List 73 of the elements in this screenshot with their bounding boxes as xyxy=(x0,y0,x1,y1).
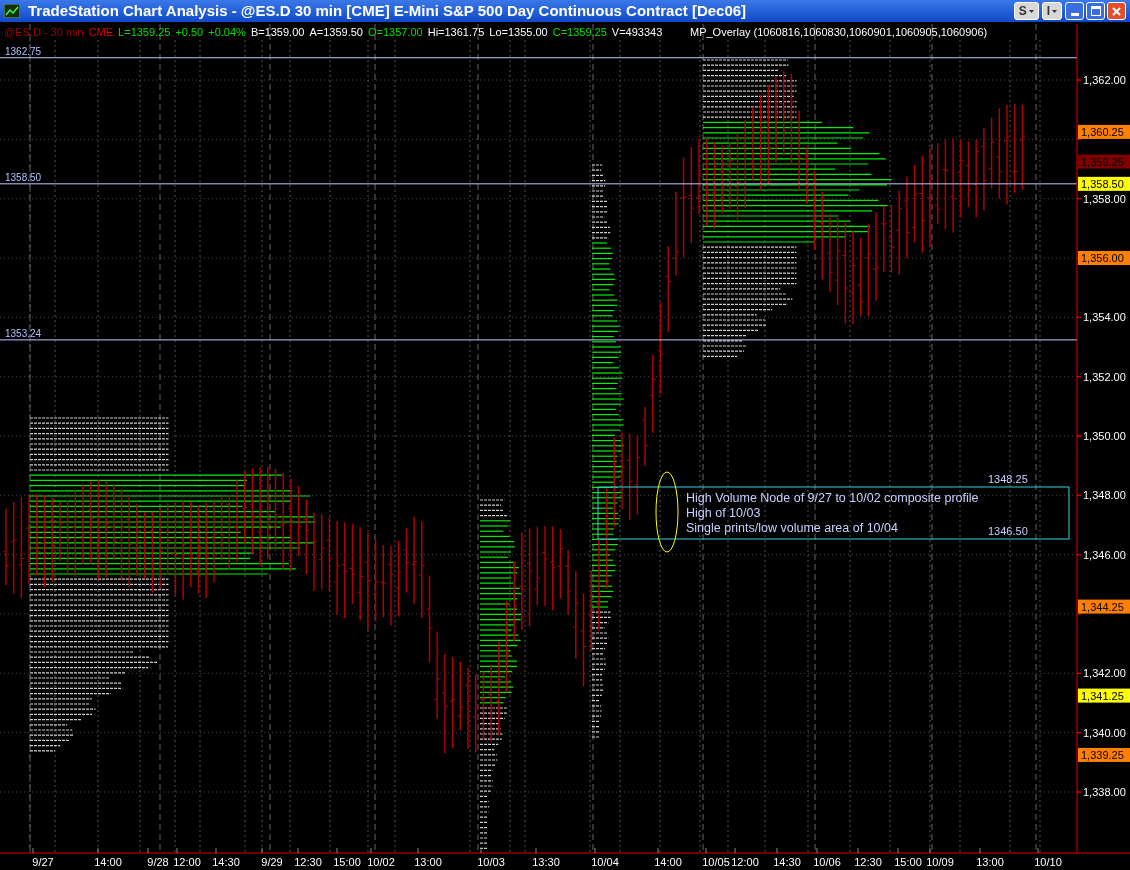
axis-label: 12:00 xyxy=(173,856,201,868)
quote-field: L=1359.25 xyxy=(118,26,171,39)
annotation-text: High Volume Node of 9/27 to 10/02 composite profile xyxy=(686,491,979,505)
annotation-text: High of 10/03 xyxy=(686,506,761,520)
close-button[interactable] xyxy=(1107,2,1126,20)
price-value: 1348.25 xyxy=(988,473,1028,485)
quote-field: O=1357.00 xyxy=(367,26,423,39)
caret-icon xyxy=(1052,9,1057,13)
quote-field: Hi=1361.75 xyxy=(427,26,485,39)
minimize-icon xyxy=(1070,13,1079,16)
caret-icon xyxy=(1028,9,1034,13)
axis-label: 1,358.00 xyxy=(1083,192,1126,205)
axis-label: 1,346.00 xyxy=(1083,548,1126,561)
axis-label: 15:00 xyxy=(894,856,922,868)
axis-label: 10/03 xyxy=(477,856,505,868)
axis-label: 14:00 xyxy=(654,856,682,868)
axis-label: 10/02 xyxy=(367,856,395,868)
app-icon xyxy=(4,4,20,18)
price-tag-label: 1,358.50 xyxy=(1081,177,1124,190)
axis-label: 12:30 xyxy=(854,856,882,868)
axis-label: 10/09 xyxy=(926,856,954,868)
axis-label: 13:00 xyxy=(414,856,442,868)
axis-label: 12:00 xyxy=(731,856,759,868)
axis-label: 14:00 xyxy=(94,856,122,868)
axis-label: 1,362.00 xyxy=(1083,74,1126,86)
price-tag-label: 1,360.25 xyxy=(1081,125,1124,138)
quote-field: V=493343 xyxy=(611,26,663,39)
quote-field: +0.50 xyxy=(175,26,204,39)
quote-field: B=1359.00 xyxy=(250,26,305,39)
axis-label: 9/28 xyxy=(147,856,169,868)
close-icon xyxy=(1112,6,1121,16)
axis-label: 10/10 xyxy=(1034,856,1062,868)
level-label: 1353.24 xyxy=(5,327,42,339)
quote-field: C=1359.25 xyxy=(552,26,607,39)
price-tag-label: 1,344.25 xyxy=(1081,600,1124,613)
quote-field: @ES.D - 30 min xyxy=(4,26,84,39)
axis-label: 12:30 xyxy=(294,856,322,868)
axis-label: 9/29 xyxy=(261,856,283,868)
price-value: 1346.50 xyxy=(988,525,1028,537)
axis-label: 10/04 xyxy=(591,856,619,868)
axis-label: 1,342.00 xyxy=(1083,667,1126,680)
menu-button[interactable]: I xyxy=(1041,2,1062,20)
overlay-label: MP_Overlay (1060816,1060830,1060901,1060905,1060906) xyxy=(690,26,988,39)
axis-label: 13:00 xyxy=(976,856,1004,868)
price-tag-label: 1,341.25 xyxy=(1081,689,1124,702)
axis-label: 1,350.00 xyxy=(1083,430,1126,442)
axis-label: 15:00 xyxy=(333,856,361,868)
quote-field: Lo=1355.00 xyxy=(489,26,548,39)
level-label: 1358.50 xyxy=(5,171,42,183)
axis-label: 9/27 xyxy=(32,856,54,868)
quote-field: +0.04% xyxy=(208,26,246,39)
annotation-text: Single prints/low volume area of 10/04 xyxy=(686,521,898,535)
axis-label: 1,340.00 xyxy=(1083,726,1126,739)
quote-field: CME xyxy=(88,26,114,39)
axis-label: 10/05 xyxy=(702,856,730,868)
price-tag-label: 1,356.00 xyxy=(1081,252,1124,264)
axis-label: 13:30 xyxy=(532,856,560,868)
axis-label: 1,338.00 xyxy=(1083,786,1126,798)
axis-label: 10/06 xyxy=(813,856,841,868)
axis-label: 14:30 xyxy=(212,856,240,868)
axis-label: 1,354.00 xyxy=(1083,311,1126,324)
quote-field: A=1359.50 xyxy=(309,26,363,39)
window-title: TradeStation Chart Analysis - @ES.D 30 min [CME] E-Mini S&P 500 Day Continuous Contract [Dec06] xyxy=(28,0,747,21)
minimize-button[interactable] xyxy=(1065,2,1084,20)
price-tag-label: 1,339.25 xyxy=(1081,748,1124,761)
maximize-button[interactable] xyxy=(1086,2,1105,20)
price-tag-label: 1,359.25 xyxy=(1081,155,1124,168)
level-label: 1362.75 xyxy=(5,45,42,57)
maximize-icon xyxy=(1090,6,1101,16)
menu-button[interactable]: S xyxy=(1013,2,1039,20)
axis-label: 1,352.00 xyxy=(1083,370,1126,383)
axis-label: 14:30 xyxy=(773,856,801,868)
axis-label: 1,348.00 xyxy=(1083,489,1126,502)
